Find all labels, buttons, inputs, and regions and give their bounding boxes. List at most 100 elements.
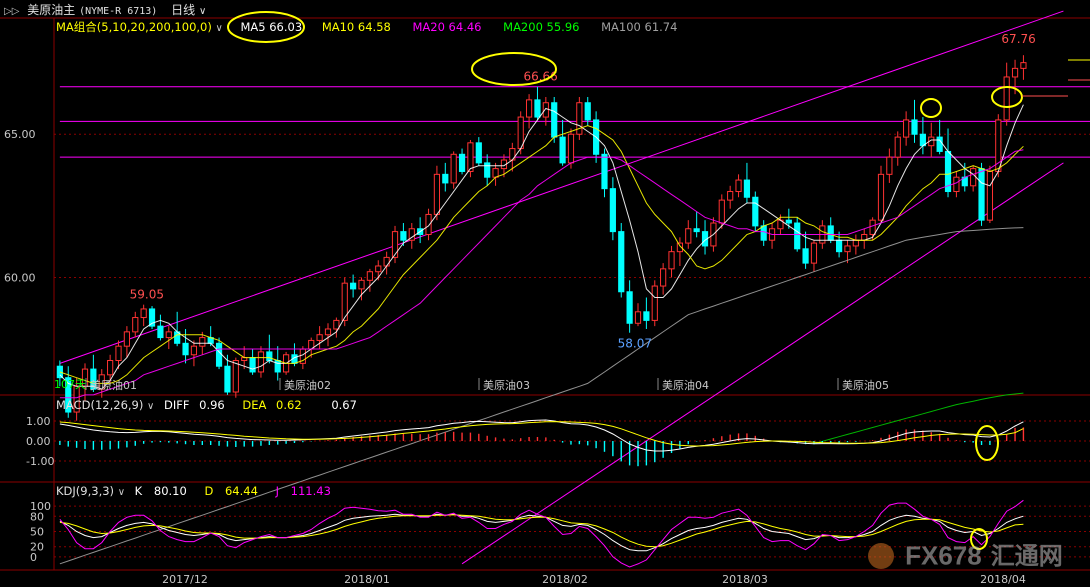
candle-body: [618, 231, 625, 293]
candle-body: [551, 102, 558, 138]
trendline: [59, 10, 1064, 364]
candle-body: [458, 153, 466, 172]
candle-body: [802, 248, 809, 264]
candle-body: [215, 342, 223, 367]
candle-body: [877, 173, 885, 221]
ma200-legend: MA200 55.96: [503, 20, 580, 34]
candle-body: [450, 153, 457, 184]
candle-body: [601, 153, 608, 190]
kdj-j-value: 111.43: [290, 484, 331, 498]
candle-body: [123, 331, 130, 347]
candle-body: [132, 317, 139, 333]
kdj-tick-label: 80: [30, 510, 44, 523]
window-controls-icon[interactable]: ▷▷: [4, 3, 19, 21]
macd-value: 0.67: [331, 398, 357, 412]
macd-dea-value: 0.62: [276, 398, 302, 412]
contract-label: 美原油02: [284, 378, 331, 392]
candle-body: [324, 328, 332, 336]
candle-body: [794, 222, 801, 250]
candle-body: [727, 191, 734, 201]
candle-body: [986, 170, 994, 221]
macd-title[interactable]: MACD(12,26,9): [56, 396, 143, 414]
ma-legend: MA组合(5,10,20,200,100,0) ∨ MA5 66.03 MA10…: [56, 18, 677, 36]
ma20-legend: MA20 64.46: [412, 20, 482, 34]
candle-body: [634, 311, 642, 324]
x-axis-label: 2018/02: [542, 573, 588, 586]
candle-body: [869, 219, 876, 235]
trendline: [461, 162, 1064, 565]
candle-body: [844, 245, 851, 253]
kdj-title[interactable]: KDJ(9,3,3): [56, 482, 114, 500]
candle-body: [266, 351, 273, 361]
macd-panel[interactable]: [59, 419, 1025, 467]
candle-body: [559, 136, 566, 164]
macd-diff-value: 0.96: [199, 398, 225, 412]
candle-body: [970, 168, 977, 187]
contract-label: 美原油01: [90, 378, 137, 392]
candle-body: [660, 268, 667, 287]
candle-body: [760, 225, 767, 241]
price-panel[interactable]: [56, 10, 1090, 565]
ma100-legend: MA100 61.74: [601, 20, 678, 34]
ma-group-caret-icon[interactable]: ∨: [216, 20, 223, 38]
candle-body: [735, 179, 742, 193]
candle-body: [199, 337, 206, 347]
ma5-legend: MA5 66.03: [240, 20, 303, 34]
kdj-tick-label: 0: [30, 551, 37, 564]
candle-body: [391, 231, 399, 258]
kdj-j-label: J: [275, 484, 279, 498]
candle-body: [274, 359, 281, 373]
macd-tick-label: -1.00: [26, 455, 54, 468]
high-label-1: 59.05: [130, 288, 164, 302]
macd-caret-icon[interactable]: ∨: [147, 398, 154, 416]
x-axis-label: 2018/01: [344, 573, 390, 586]
candle-body: [333, 319, 340, 330]
candle-body: [685, 228, 692, 244]
days-label: 107天: [54, 378, 86, 391]
candle-body: [718, 199, 725, 224]
watermark-fx: FX678: [905, 540, 982, 571]
candle-body: [835, 239, 843, 253]
candle-body: [484, 162, 491, 178]
macd-diff-line: [59, 419, 1024, 452]
candle-body: [903, 119, 910, 138]
watermark-cn: 汇通网: [990, 541, 1063, 570]
kdj-d-label: D: [204, 484, 214, 498]
kdj-caret-icon[interactable]: ∨: [118, 484, 125, 502]
candle-body: [475, 142, 482, 164]
macd-legend: MACD(12,26,9) ∨ DIFF 0.96 DEA 0.62 0.67: [56, 396, 357, 414]
candle-body: [886, 156, 893, 175]
candle-body: [249, 357, 256, 373]
annotation-layer: 59.0566.6658.0767.76107天 美原油01 美原油02 美原油03 美…: [54, 11, 1090, 550]
candle-body: [165, 331, 172, 339]
candle-body: [442, 173, 449, 184]
ma-group-label[interactable]: MA组合(5,10,20,200,100,0): [56, 18, 212, 36]
candle-body: [350, 282, 357, 290]
candle-body: [894, 136, 901, 158]
candle-body: [743, 179, 751, 198]
macd-tick-label: 1.00: [26, 415, 51, 428]
candle-body: [525, 99, 533, 118]
candle-body: [852, 239, 859, 247]
candle-body: [1020, 62, 1027, 69]
kdj-k-label: K: [134, 484, 143, 498]
candle-body: [626, 291, 633, 324]
candle-body: [425, 213, 432, 235]
watermark: FX678 汇通网: [868, 538, 1063, 572]
candle-body: [467, 142, 474, 172]
candle-body: [609, 188, 616, 233]
watermark-logo-icon: [868, 542, 894, 569]
contract-label: 美原油04: [662, 378, 709, 392]
candle-body: [107, 359, 114, 376]
candle-body: [651, 285, 658, 321]
candle-body: [433, 173, 441, 215]
candle-body: [1003, 76, 1010, 121]
low-label: 58.07: [618, 337, 652, 351]
candle-body: [157, 325, 164, 339]
candle-body: [224, 365, 231, 393]
highlight-mid: [920, 98, 942, 118]
candle-body: [911, 119, 918, 135]
candle-body: [1011, 67, 1019, 78]
candle-body: [810, 242, 818, 264]
period-selector[interactable]: 日线: [171, 1, 195, 19]
